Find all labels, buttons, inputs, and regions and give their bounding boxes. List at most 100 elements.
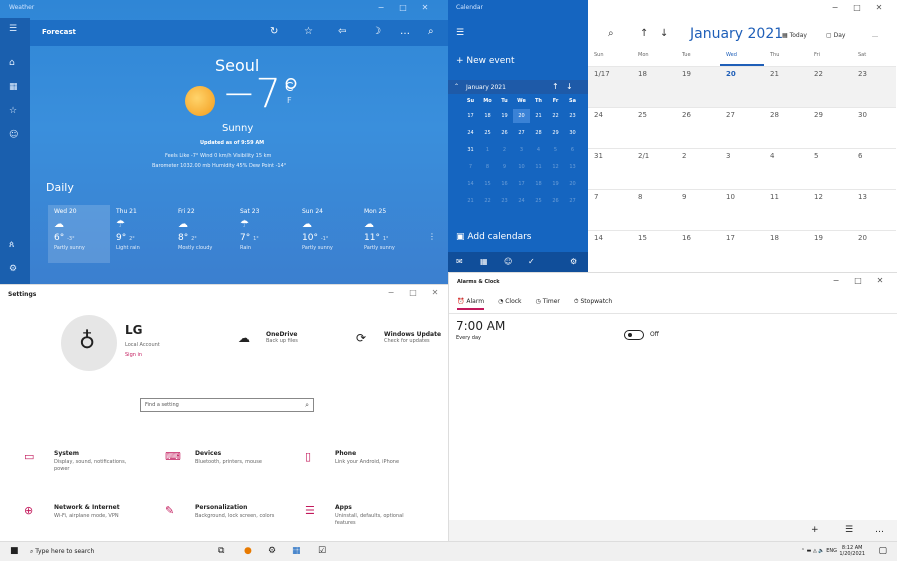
day-cell[interactable]: 18 bbox=[632, 66, 676, 107]
tab-stopwatch[interactable]: ⏱ Stopwatch bbox=[574, 298, 612, 310]
mini-day[interactable]: 18 bbox=[479, 109, 496, 123]
maximize-icon[interactable]: □ bbox=[392, 3, 414, 12]
fahrenheit-toggle[interactable]: F bbox=[287, 96, 292, 105]
day-card[interactable]: Mon 25 ☁ 11° 1° Partly sunny bbox=[358, 205, 420, 263]
day-cell[interactable]: 13 bbox=[852, 189, 896, 230]
browser-icon[interactable]: ● bbox=[244, 546, 252, 556]
taskbar-clock[interactable]: 8:12 AM 1/20/2021 bbox=[839, 545, 865, 557]
mini-day[interactable]: 6 bbox=[564, 143, 581, 157]
task-view-icon[interactable]: ⧉ bbox=[218, 546, 224, 556]
mini-day[interactable]: 21 bbox=[462, 194, 479, 208]
day-cell[interactable]: 9 bbox=[676, 189, 720, 230]
account-icon[interactable]: ጰ bbox=[9, 240, 14, 250]
arrow-down-icon[interactable]: ↓ bbox=[566, 82, 573, 91]
moon-icon[interactable]: ☽ bbox=[372, 26, 381, 37]
day-cell[interactable]: 29 bbox=[808, 107, 852, 148]
day-cell[interactable]: 22 bbox=[808, 66, 852, 107]
windows-start-icon[interactable]: ■ bbox=[10, 546, 19, 556]
mini-day[interactable]: 19 bbox=[547, 177, 564, 191]
mini-day[interactable]: 20 bbox=[564, 177, 581, 191]
system-tray[interactable]: ⌃ ▬ ◬ 🔈 ENG bbox=[801, 548, 837, 554]
mail-icon[interactable]: ✉ bbox=[456, 257, 463, 266]
day-cell[interactable]: 10 bbox=[720, 189, 764, 230]
refresh-icon[interactable]: ↻ bbox=[270, 26, 278, 37]
day-cell[interactable]: 11 bbox=[764, 189, 808, 230]
windows-update-quick-action[interactable]: ⟳ Windows Update Check for updates bbox=[356, 331, 441, 345]
day-cell[interactable]: 31 bbox=[588, 148, 632, 189]
maximize-icon[interactable]: □ bbox=[846, 3, 868, 12]
day-cell[interactable]: 1/17 bbox=[588, 66, 632, 107]
pin-icon[interactable]: ⇦ bbox=[338, 26, 346, 37]
news-icon[interactable]: ☺ bbox=[9, 130, 18, 140]
day-card[interactable]: Thu 21 ☂ 9° 2° Light rain bbox=[110, 205, 172, 263]
alarms-app-icon[interactable]: ☑ bbox=[318, 546, 326, 556]
category-phone[interactable]: ▯ Phone Link your Android, iPhone bbox=[305, 450, 415, 466]
minimize-icon[interactable]: − bbox=[825, 276, 847, 285]
mini-day[interactable]: 21 bbox=[530, 109, 547, 123]
mini-day[interactable]: 15 bbox=[479, 177, 496, 191]
day-cell[interactable]: 24 bbox=[588, 107, 632, 148]
mini-day[interactable]: 18 bbox=[530, 177, 547, 191]
select-alarms-icon[interactable]: ☰ bbox=[845, 525, 853, 535]
day-card[interactable]: Sun 24 ☁ 10° -1° Partly sunny bbox=[296, 205, 358, 263]
home-icon[interactable]: ⌂ bbox=[9, 58, 15, 68]
day-cell[interactable]: 8 bbox=[632, 189, 676, 230]
alarm-time[interactable]: 7:00 AM bbox=[456, 319, 505, 333]
mini-day[interactable]: 7 bbox=[462, 160, 479, 174]
maximize-icon[interactable]: □ bbox=[847, 276, 869, 285]
more-icon[interactable]: … bbox=[872, 32, 878, 39]
mini-day[interactable]: 23 bbox=[496, 194, 513, 208]
weather-titlebar[interactable]: Weather − □ ✕ bbox=[0, 0, 448, 16]
next-days-icon[interactable]: ⋮ bbox=[428, 232, 436, 241]
settings-gear-icon[interactable]: ⚙ bbox=[570, 257, 577, 266]
mini-day[interactable]: 24 bbox=[462, 126, 479, 140]
minimize-icon[interactable]: − bbox=[824, 3, 846, 12]
search-icon[interactable]: ⌕ bbox=[608, 28, 614, 39]
more-icon[interactable]: … bbox=[400, 26, 410, 37]
mini-day[interactable]: 26 bbox=[547, 194, 564, 208]
day-view-button[interactable]: ▢ Day bbox=[826, 32, 845, 39]
star-icon[interactable]: ☆ bbox=[304, 26, 313, 37]
mini-day[interactable]: 16 bbox=[496, 177, 513, 191]
mini-day[interactable]: 23 bbox=[564, 109, 581, 123]
mini-day[interactable]: 27 bbox=[513, 126, 530, 140]
day-cell[interactable]: 5 bbox=[808, 148, 852, 189]
day-card[interactable]: Sat 23 ☂ 7° 1° Rain bbox=[234, 205, 296, 263]
calendar-icon[interactable]: ▦ bbox=[480, 257, 488, 266]
tab-timer[interactable]: ◷ Timer bbox=[536, 298, 560, 310]
hamburger-icon[interactable]: ☰ bbox=[9, 24, 17, 34]
mini-day[interactable]: 27 bbox=[564, 194, 581, 208]
day-cell[interactable]: 2/1 bbox=[632, 148, 676, 189]
mini-day[interactable]: 29 bbox=[547, 126, 564, 140]
category-system[interactable]: ▭ System Display, sound, notifications, … bbox=[24, 450, 134, 472]
taskbar-search-input[interactable]: ⌕ Type here to search bbox=[26, 545, 176, 559]
day-cell[interactable]: 2 bbox=[676, 148, 720, 189]
notification-icon[interactable]: ▢ bbox=[878, 546, 887, 556]
day-cell[interactable]: 18 bbox=[764, 230, 808, 271]
close-icon[interactable]: ✕ bbox=[424, 288, 446, 297]
arrow-up-icon[interactable]: ↑ bbox=[552, 82, 559, 91]
mini-day[interactable]: 8 bbox=[479, 160, 496, 174]
mini-day[interactable]: 10 bbox=[513, 160, 530, 174]
day-cell[interactable]: 16 bbox=[676, 230, 720, 271]
mini-day[interactable]: 25 bbox=[530, 194, 547, 208]
day-cell[interactable]: 3 bbox=[720, 148, 764, 189]
day-cell[interactable]: 6 bbox=[852, 148, 896, 189]
close-icon[interactable]: ✕ bbox=[868, 3, 890, 12]
mini-day[interactable]: 22 bbox=[547, 109, 564, 123]
search-icon[interactable]: ⌕ bbox=[428, 26, 434, 37]
add-calendars-button[interactable]: ▣ Add calendars bbox=[456, 232, 532, 242]
mini-day[interactable]: 9 bbox=[496, 160, 513, 174]
more-icon[interactable]: … bbox=[875, 525, 884, 535]
arrow-up-icon[interactable]: ↑ bbox=[640, 28, 648, 39]
minimize-icon[interactable]: − bbox=[370, 3, 392, 12]
mini-day[interactable]: 31 bbox=[462, 143, 479, 157]
settings-search-input[interactable]: Find a setting ⌕ bbox=[140, 398, 314, 412]
alarm-toggle[interactable] bbox=[624, 330, 644, 340]
close-icon[interactable]: ✕ bbox=[869, 276, 891, 285]
day-cell[interactable]: 14 bbox=[588, 230, 632, 271]
day-cell[interactable]: 20 bbox=[852, 230, 896, 271]
minimize-icon[interactable]: − bbox=[380, 288, 402, 297]
day-cell[interactable]: 26 bbox=[676, 107, 720, 148]
mini-day[interactable]: 28 bbox=[530, 126, 547, 140]
